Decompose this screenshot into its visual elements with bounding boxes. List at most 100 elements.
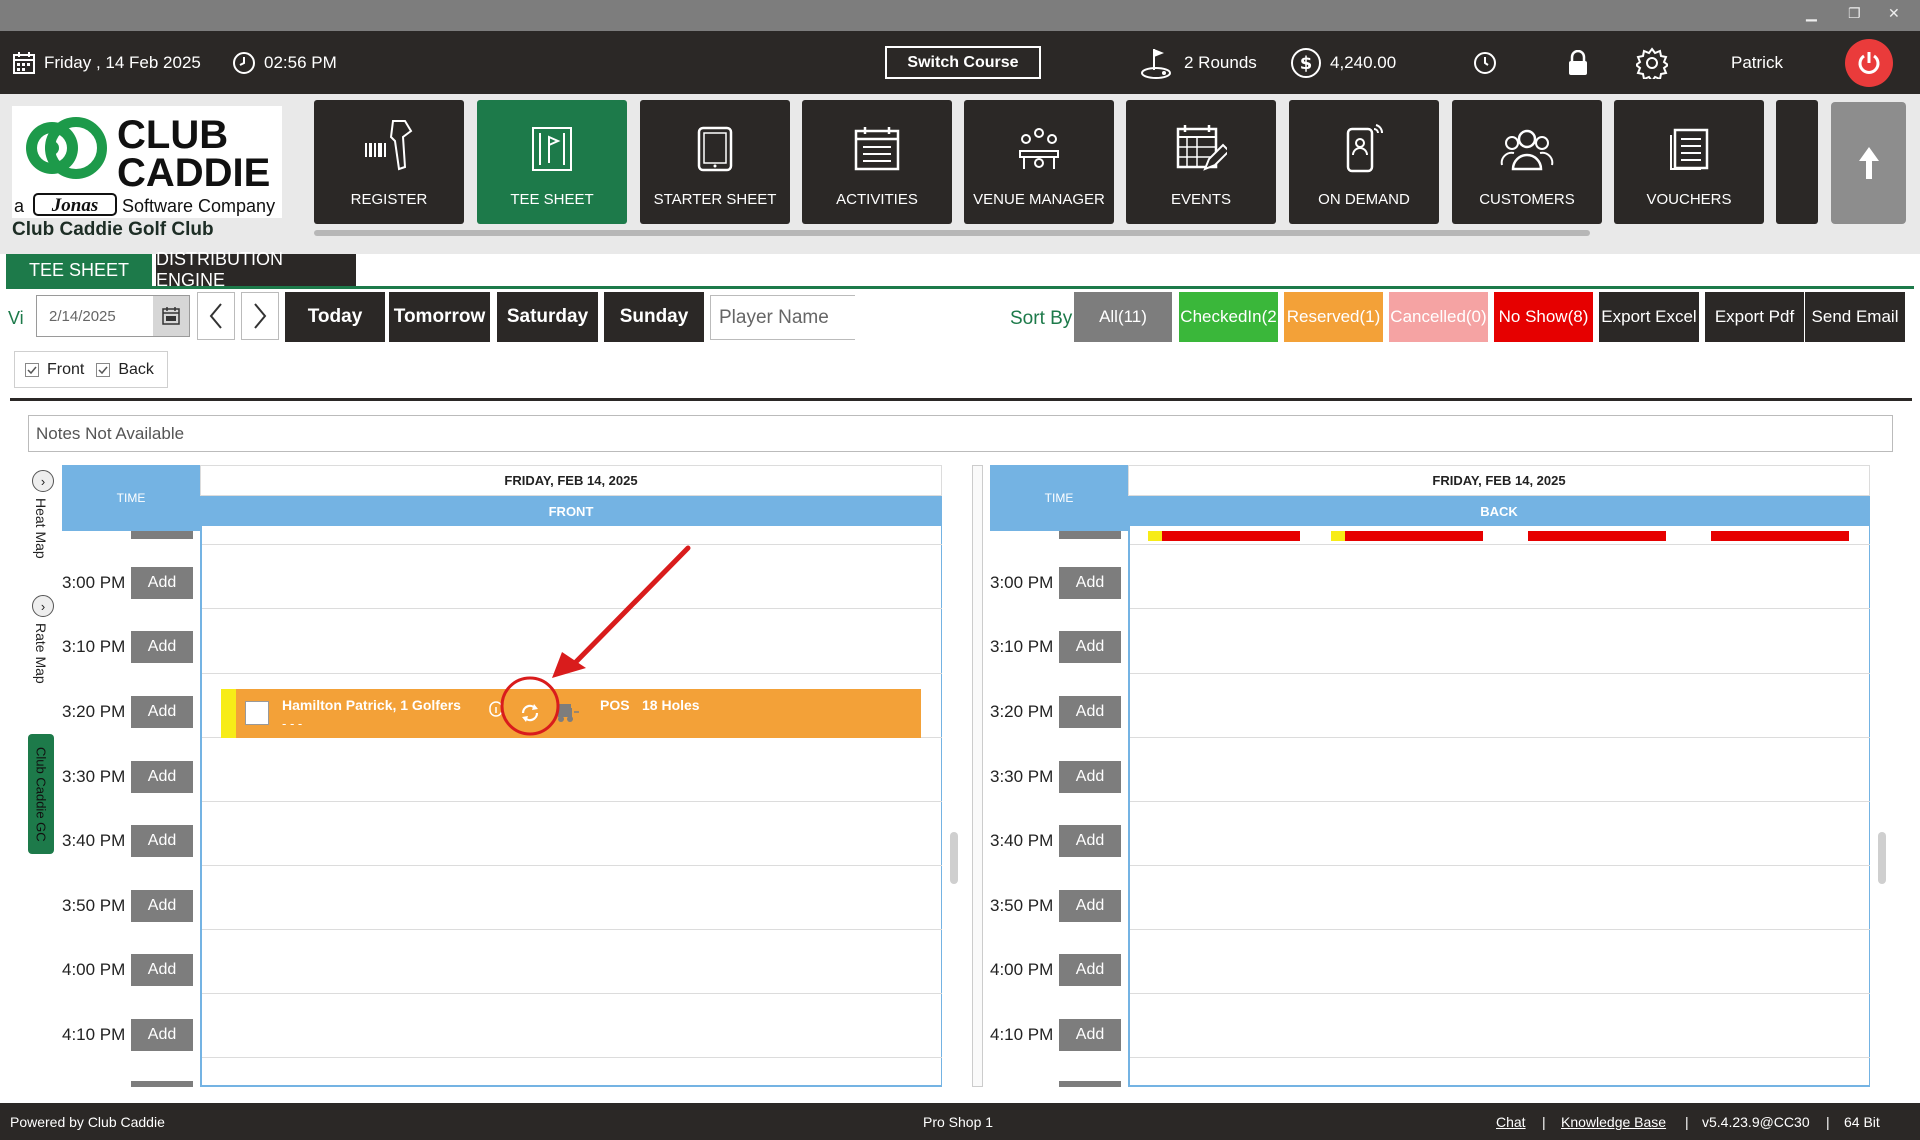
module-customers[interactable]: CUSTOMERS	[1452, 100, 1602, 224]
add-booking-button[interactable]: Add	[1059, 631, 1121, 663]
mobile-signal-icon	[1346, 124, 1383, 173]
add-booking-button[interactable]: Add	[1059, 954, 1121, 986]
date-display: Friday , 14 Feb 2025	[12, 31, 201, 94]
rounds-display[interactable]: 2 Rounds	[1140, 31, 1257, 94]
filter-all-button[interactable]: All(11)	[1074, 292, 1172, 342]
module-on-demand[interactable]: ON DEMAND	[1289, 100, 1439, 224]
add-booking-button[interactable]: Add	[1059, 696, 1121, 728]
rate-map-toggle[interactable]: ›	[32, 595, 54, 617]
front-label: Front	[47, 360, 85, 378]
player-name-input[interactable]: Player Name	[710, 295, 855, 340]
calendar-edit-icon	[1176, 125, 1227, 171]
add-booking-button[interactable]: Add	[1059, 1019, 1121, 1051]
module-activities[interactable]: ACTIVITIES	[802, 100, 952, 224]
booking-checkbox[interactable]	[245, 701, 269, 725]
current-date: Friday , 14 Feb 2025	[44, 52, 201, 72]
booking-bar-partial[interactable]	[1697, 531, 1849, 541]
saturday-button[interactable]: Saturday	[497, 292, 598, 342]
tab-tee-sheet[interactable]: TEE SHEET	[6, 254, 152, 286]
module-scrollbar[interactable]	[314, 230, 1590, 236]
export-excel-button[interactable]: Export Excel	[1599, 292, 1699, 342]
module-events[interactable]: EVENTS	[1126, 100, 1276, 224]
restore-button[interactable]: ❐	[1848, 6, 1861, 22]
filter-reserved-button[interactable]: Reserved(1)	[1284, 292, 1383, 342]
history-button[interactable]	[1473, 31, 1505, 94]
back-checkbox[interactable]	[96, 362, 111, 377]
add-booking-button[interactable]: Add	[131, 825, 193, 857]
filter-cancelled-button[interactable]: Cancelled(0)	[1389, 292, 1488, 342]
send-email-button[interactable]: Send Email	[1805, 292, 1905, 342]
filter-checked-in-button[interactable]: CheckedIn(2	[1179, 292, 1278, 342]
heat-map-tab[interactable]: Heat Map	[33, 498, 49, 559]
module-starter-sheet[interactable]: STARTER SHEET	[640, 100, 790, 224]
date-picker-button[interactable]	[153, 296, 189, 336]
filter-no-show-button[interactable]: No Show(8)	[1494, 292, 1593, 342]
settings-button[interactable]	[1636, 31, 1676, 94]
module-venue-manager[interactable]: VENUE MANAGER	[964, 100, 1114, 224]
lock-icon	[1569, 49, 1587, 75]
add-button-partial[interactable]	[131, 1081, 193, 1087]
balance-display[interactable]: $ 4,240.00	[1290, 31, 1396, 94]
add-booking-button[interactable]: Add	[1059, 761, 1121, 793]
date-picker-input[interactable]: 2/14/2025	[36, 295, 190, 337]
next-day-button[interactable]	[241, 292, 279, 340]
front-date-header: FRIDAY, FEB 14, 2025	[200, 465, 942, 496]
front-checkbox[interactable]	[25, 362, 39, 377]
scroll-up-button[interactable]	[1831, 102, 1906, 224]
booking-bar-partial[interactable]	[1514, 531, 1666, 541]
chat-link[interactable]: Chat	[1496, 1114, 1526, 1130]
club-caddie-gc-tab[interactable]: Club Caddie GC	[28, 734, 54, 854]
add-booking-button[interactable]: Add	[131, 631, 193, 663]
version-label: v5.4.23.9@CC30	[1702, 1114, 1810, 1130]
module-overflow[interactable]	[1776, 100, 1818, 224]
module-tee-sheet[interactable]: TEE SHEET	[477, 100, 627, 224]
back-course-header: BACK	[1128, 496, 1870, 526]
booking-bar-partial[interactable]	[1331, 531, 1483, 541]
minimize-button[interactable]: ▁	[1806, 6, 1817, 22]
prev-day-button[interactable]	[197, 292, 235, 340]
tomorrow-button[interactable]: Tomorrow	[389, 292, 490, 342]
user-name[interactable]: Patrick	[1731, 31, 1783, 94]
back-scrollbar[interactable]	[1878, 832, 1886, 884]
add-button-partial[interactable]	[1059, 531, 1121, 539]
rate-map-tab[interactable]: Rate Map	[33, 623, 49, 684]
status-separator: |	[1826, 1114, 1830, 1130]
tab-distribution-engine[interactable]: DISTRIBUTION ENGINE	[156, 249, 356, 290]
add-booking-button[interactable]: Add	[131, 954, 193, 986]
time-slot-label: 3:50 PM	[62, 896, 126, 915]
lock-button[interactable]	[1567, 31, 1597, 94]
logout-button[interactable]	[1845, 39, 1893, 87]
add-booking-button[interactable]: Add	[1059, 825, 1121, 857]
add-booking-button[interactable]: Add	[131, 761, 193, 793]
add-button-partial[interactable]	[1059, 1081, 1121, 1087]
clock-icon	[233, 51, 255, 74]
booking-status-stripe	[221, 689, 236, 738]
add-booking-button[interactable]: Add	[131, 696, 193, 728]
toolbar-divider	[10, 398, 1912, 401]
add-booking-button[interactable]: Add	[131, 567, 193, 599]
add-booking-button[interactable]: Add	[131, 1019, 193, 1051]
add-booking-button[interactable]: Add	[1059, 567, 1121, 599]
switch-course-button[interactable]: Switch Course	[885, 46, 1041, 79]
module-register[interactable]: REGISTER	[314, 100, 464, 224]
view-label: Vi	[8, 308, 24, 328]
time-slot-label: 3:00 PM	[62, 573, 126, 592]
history-clock-icon	[1474, 51, 1496, 74]
add-booking-button[interactable]: Add	[131, 890, 193, 922]
booking-bar-partial[interactable]	[1148, 531, 1300, 541]
front-scrollbar[interactable]	[950, 832, 958, 884]
status-separator: |	[1542, 1114, 1546, 1130]
module-vouchers[interactable]: VOUCHERS	[1614, 100, 1764, 224]
logo-line2: CADDIE	[117, 151, 270, 195]
heat-map-toggle[interactable]: ›	[32, 470, 54, 492]
time-slot-label: 3:40 PM	[62, 831, 126, 850]
front-course-header: FRONT	[200, 496, 942, 526]
add-button-partial[interactable]	[131, 531, 193, 539]
knowledge-base-link[interactable]: Knowledge Base	[1561, 1114, 1666, 1130]
add-booking-button[interactable]: Add	[1059, 890, 1121, 922]
sunday-button[interactable]: Sunday	[604, 292, 704, 342]
export-pdf-button[interactable]: Export Pdf	[1705, 292, 1804, 342]
close-button[interactable]: ✕	[1888, 6, 1900, 22]
booking-player-name: Hamilton Patrick, 1 Golfers	[282, 697, 461, 713]
today-button[interactable]: Today	[285, 292, 385, 342]
